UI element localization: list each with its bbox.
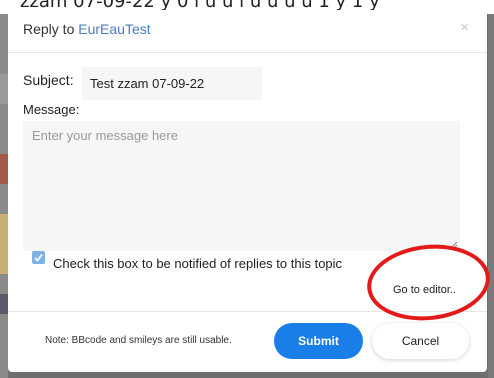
bbcode-note: Note: BBcode and smileys are still usabl…: [45, 335, 232, 346]
message-textarea[interactable]: Enter your message here: [23, 121, 460, 251]
modal-title: Reply to EurEauTest: [23, 21, 151, 37]
resize-handle-icon[interactable]: [450, 241, 458, 249]
go-to-editor-link[interactable]: Go to editor..: [393, 284, 456, 296]
submit-button[interactable]: Submit: [274, 323, 363, 359]
footer-divider: [8, 311, 487, 312]
topic-link[interactable]: EurEauTest: [78, 21, 150, 37]
subject-input[interactable]: Test zzam 07-09-22: [82, 67, 262, 100]
notify-label: Check this box to be notified of replies…: [53, 256, 343, 271]
close-icon[interactable]: ×: [460, 20, 469, 35]
cancel-button[interactable]: Cancel: [372, 323, 469, 359]
background-left-edge: [0, 14, 8, 378]
message-placeholder: Enter your message here: [32, 128, 178, 143]
subject-value: Test zzam 07-09-22: [90, 76, 205, 91]
modal-header: Reply to EurEauTest ×: [8, 10, 487, 53]
reply-modal: Reply to EurEauTest × Subject: Test zzam…: [8, 10, 487, 372]
background-right-edge: [488, 14, 494, 378]
subject-label: Subject:: [23, 72, 74, 88]
checkmark-icon: [34, 253, 43, 262]
modal-title-prefix: Reply to: [23, 21, 79, 37]
message-label: Message:: [23, 102, 80, 117]
notify-checkbox[interactable]: [32, 251, 45, 264]
